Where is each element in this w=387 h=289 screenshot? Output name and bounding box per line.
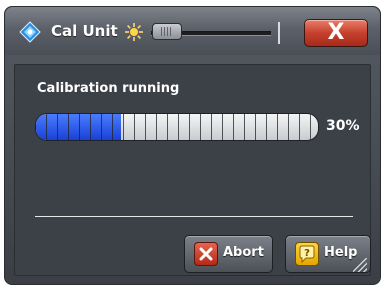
sun-icon xyxy=(124,22,144,42)
svg-text:?: ? xyxy=(304,248,310,259)
calibration-progress-bar xyxy=(35,113,319,141)
title-bar[interactable]: Cal Unit X xyxy=(5,7,380,55)
calibration-status: Calibration running xyxy=(37,81,180,96)
close-icon: X xyxy=(327,20,345,45)
progress-percent: 30% xyxy=(326,118,360,134)
abort-button[interactable]: Abort xyxy=(184,235,273,273)
progress-segments xyxy=(36,114,318,140)
abort-label: Abort xyxy=(223,245,264,260)
content-panel: Calibration running 30% Abort ? Help xyxy=(14,64,371,276)
diamond-app-icon xyxy=(19,21,41,43)
slider-grip-icon xyxy=(161,27,173,36)
resize-grip[interactable] xyxy=(353,258,367,272)
cal-unit-dialog: Cal Unit X Calibration running 30% Abort… xyxy=(4,6,381,285)
x-icon xyxy=(194,242,218,266)
brightness-slider-thumb[interactable] xyxy=(152,23,182,40)
slider-end-marker xyxy=(278,22,280,44)
divider xyxy=(35,216,353,217)
question-chat-icon: ? xyxy=(295,242,319,266)
close-button[interactable]: X xyxy=(304,19,368,47)
window-title: Cal Unit xyxy=(51,22,118,40)
